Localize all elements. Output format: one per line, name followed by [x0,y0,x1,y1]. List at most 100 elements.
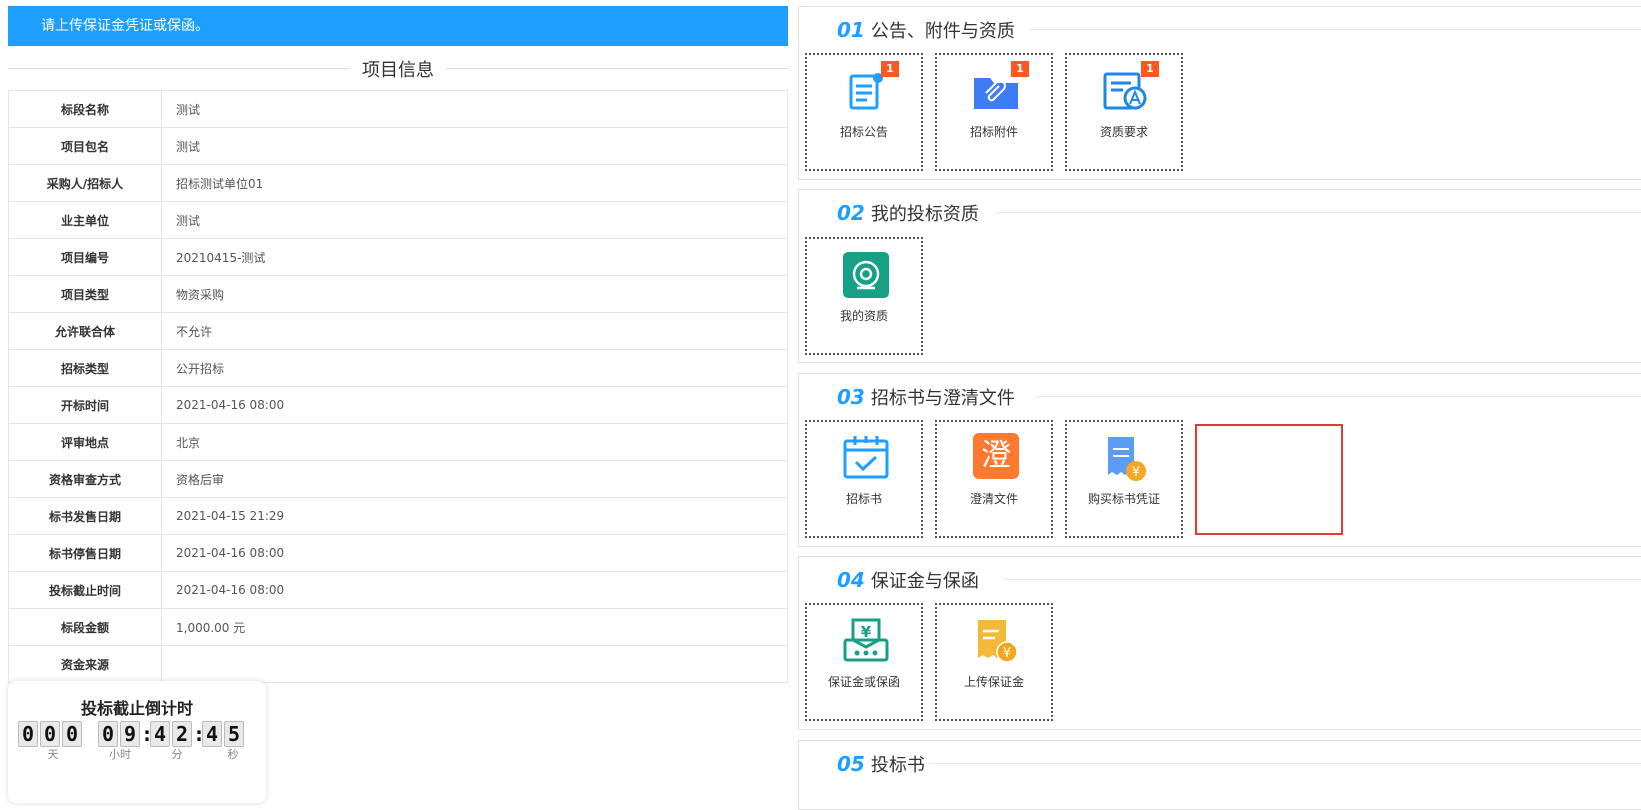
field-value: 2021-04-15 21:29 [161,497,788,535]
highlight-box [1195,424,1343,535]
section-number: 03 [837,385,865,409]
section-title: 保证金与保函 [870,571,979,592]
tile-label: 资质要求 [1099,125,1148,139]
count-badge: 1 [881,61,899,77]
section-01-header: 01 公告、附件与资质 [837,17,1015,43]
project-info-table: 标段名称 测试 项目包名 测试 采购人/招标人 招标测试单位01 业主单位 测试 项目编号 202… [8,90,788,683]
field-label: 招标类型 [8,349,162,387]
field-value: 资格后审 [161,460,788,498]
tile-label: 澄清文件 [969,492,1018,506]
field-label: 采购人/招标人 [8,164,162,202]
field-label: 业主单位 [8,201,162,239]
field-label: 标书发售日期 [8,497,162,535]
section-title: 招标书与澄清文件 [870,388,1015,409]
tile-label: 我的资质 [839,309,888,323]
clarify-icon: 澄 [973,433,1019,479]
section-title: 投标书 [870,755,925,776]
count-badge: 1 [1141,61,1159,77]
tile-clarification-file[interactable]: 澄 澄清文件 [935,420,1053,538]
project-info-title: 项目信息 [8,56,788,81]
table-row: 标段名称 测试 [8,90,788,128]
field-label: 资金来源 [8,645,162,683]
deposit-yuan-icon: ¥ [843,618,889,662]
tile-my-qualification[interactable]: 我的资质 [805,237,923,355]
countdown-unit-hours: 小时 [109,748,131,761]
svg-text:¥: ¥ [1003,646,1011,661]
section-04-header: 04 保证金与保函 [837,567,979,593]
tile-label: 保证金或保函 [827,675,900,689]
svg-text:¥: ¥ [861,623,872,641]
field-value: 2021-04-16 08:00 [161,571,788,609]
tile-purchase-receipt[interactable]: ¥ 购买标书凭证 [1065,420,1183,538]
field-value: 2021-04-16 08:00 [161,386,788,424]
countdown-day-digit: 0 [62,721,82,747]
section-title: 公告、附件与资质 [870,21,1015,42]
table-row: 资金来源 [8,645,788,683]
countdown-day-digit: 0 [18,721,38,747]
countdown-separator: : [141,722,154,746]
notice-text: 请上传保证金凭证或保函。 [41,18,209,34]
tile-label: 购买标书凭证 [1087,492,1160,506]
tile-deposit-or-guarantee[interactable]: ¥ 保证金或保函 [805,603,923,721]
countdown-second-digit: 4 [202,721,222,747]
countdown-title: 投标截止倒计时 [80,699,193,718]
field-value: 北京 [161,423,788,461]
field-label: 资格审查方式 [8,460,162,498]
field-label: 标段名称 [8,90,162,128]
table-row: 标书停售日期 2021-04-16 08:00 [8,534,788,572]
section-05-header: 05 投标书 [837,751,925,777]
table-row: 项目类型 物资采购 [8,275,788,313]
field-value: 测试 [161,201,788,239]
table-row: 开标时间 2021-04-16 08:00 [8,386,788,424]
tile-upload-deposit[interactable]: ¥ 上传保证金 [935,603,1053,721]
section-05-panel: 05 投标书 [798,740,1641,810]
section-title: 我的投标资质 [870,204,979,225]
section-02-header: 02 我的投标资质 [837,200,979,226]
field-value: 2021-04-16 08:00 [161,534,788,572]
tile-bid-attachment[interactable]: 1 招标附件 [935,53,1053,171]
countdown-day-digit: 0 [40,721,60,747]
notice-banner: 请上传保证金凭证或保函。 [8,6,788,46]
tile-tender-document[interactable]: 招标书 [805,420,923,538]
countdown-unit-days: 天 [47,748,59,761]
tile-label: 招标公告 [839,125,888,139]
tile-label: 招标附件 [969,125,1018,139]
calendar-check-icon [843,436,889,479]
table-row: 采购人/招标人 招标测试单位01 [8,164,788,202]
table-row: 标段金额 1,000.00 元 [8,608,788,646]
upload-deposit-icon: ¥ [978,620,1018,663]
field-label: 开标时间 [8,386,162,424]
field-value: 测试 [161,127,788,165]
table-row: 标书发售日期 2021-04-15 21:29 [8,497,788,535]
section-03-header: 03 招标书与澄清文件 [837,384,1015,410]
table-row: 评审地点 北京 [8,423,788,461]
field-label: 标段金额 [8,608,162,646]
countdown-unit-seconds: 秒 [227,748,239,761]
clarify-glyph: 澄 [981,438,1011,473]
field-label: 允许联合体 [8,312,162,350]
table-row: 项目编号 20210415-测试 [8,238,788,276]
tile-qualification-requirements[interactable]: 1 资质要求 [1065,53,1183,171]
table-row: 允许联合体 不允许 [8,312,788,350]
field-value: 招标测试单位01 [161,164,788,202]
table-row: 业主单位 测试 [8,201,788,239]
receipt-yuan-icon: ¥ [1108,437,1146,481]
section-number: 05 [837,752,865,776]
field-value: 物资采购 [161,275,788,313]
countdown-hour-digit: 9 [120,721,140,747]
field-value: 不允许 [161,312,788,350]
tile-label: 招标书 [845,492,882,506]
field-value: 公开招标 [161,349,788,387]
countdown-minute-digit: 2 [172,721,192,747]
section-number: 01 [837,18,865,42]
field-label: 评审地点 [8,423,162,461]
section-02-panel: 02 我的投标资质 [798,189,1641,363]
field-value: 20210415-测试 [161,238,788,276]
field-label: 投标截止时间 [8,571,162,609]
countdown-separator: : [193,722,206,746]
table-row: 招标类型 公开招标 [8,349,788,387]
deadline-countdown: 投标截止倒计时 0 0 0 0 9 : 4 2 : 4 5 [8,681,266,803]
table-row: 项目包名 测试 [8,127,788,165]
tile-bid-announcement[interactable]: 1 招标公告 [805,53,923,171]
field-value: 1,000.00 元 [161,608,788,646]
